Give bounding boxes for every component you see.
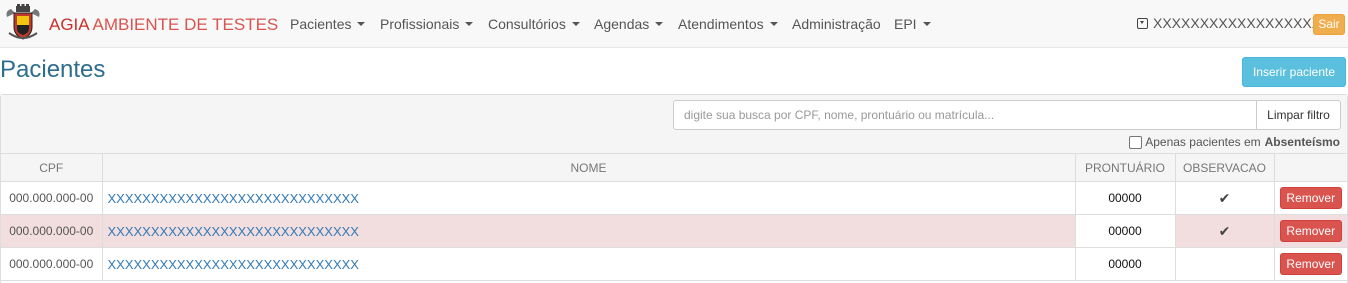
nav-label: EPI xyxy=(894,16,917,32)
cell-prontuario: 00000 xyxy=(1074,247,1176,281)
column-header-prontuario[interactable]: PRONTUÁRIO xyxy=(1074,153,1176,182)
nav-item-profissionais[interactable]: Profissionais xyxy=(380,0,474,48)
table-row: 000.000.000-00 XXXXXXXXXXXXXXXXXXXXXXXXX… xyxy=(1,181,1347,215)
brand-environment: AMBIENTE DE TESTES xyxy=(92,15,279,34)
nav-item-agendas[interactable]: Agendas xyxy=(594,0,664,48)
remove-button[interactable]: Remover xyxy=(1279,253,1342,275)
cell-prontuario: 00000 xyxy=(1074,214,1176,248)
user-menu[interactable]: XXXXXXXXXXXXXXXXXX xyxy=(1137,15,1321,31)
nav-item-atendimentos[interactable]: Atendimentos xyxy=(678,0,778,48)
absenteeism-label-bold: Absenteísmo xyxy=(1264,135,1340,149)
nav-label: Profissionais xyxy=(380,16,460,32)
caret-down-icon xyxy=(769,22,778,26)
patients-table: CPF NOME PRONTUÁRIO OBSERVACAO 000.000.0… xyxy=(1,153,1347,281)
page-title: Pacientes xyxy=(0,56,106,83)
nav-item-epi[interactable]: EPI xyxy=(894,0,931,48)
cell-prontuario: 00000 xyxy=(1074,181,1176,215)
column-header-cpf[interactable]: CPF xyxy=(1,153,103,182)
caret-down-icon xyxy=(571,22,580,26)
nav-label: Consultórios xyxy=(488,16,566,32)
column-header-observacao[interactable]: OBSERVACAO xyxy=(1174,153,1275,182)
column-header-nome[interactable]: NOME xyxy=(101,153,1076,182)
top-navbar: AGIA AMBIENTE DE TESTES Pacientes Profis… xyxy=(0,0,1348,48)
user-name: XXXXXXXXXXXXXXXXXX xyxy=(1153,15,1322,31)
patient-name-link[interactable]: XXXXXXXXXXXXXXXXXXXXXXXXXXXXX xyxy=(108,224,359,239)
search-input[interactable] xyxy=(673,100,1257,130)
table-header-row: CPF NOME PRONTUÁRIO OBSERVACAO xyxy=(1,153,1347,182)
caret-down-icon xyxy=(922,22,931,26)
nav-item-pacientes[interactable]: Pacientes xyxy=(290,0,366,48)
cell-actions: Remover xyxy=(1273,214,1347,248)
insert-patient-button[interactable]: Inserir paciente xyxy=(1242,57,1346,87)
nav-label: Atendimentos xyxy=(678,16,764,32)
cell-cpf: 000.000.000-00 xyxy=(1,214,103,248)
caret-square-down-icon xyxy=(1137,17,1148,29)
patient-name-link[interactable]: XXXXXXXXXXXXXXXXXXXXXXXXXXXXX xyxy=(108,191,359,206)
check-icon: ✔ xyxy=(1174,181,1275,215)
patients-panel: Limpar filtro Apenas pacientes em Absent… xyxy=(0,94,1348,283)
cell-actions: Remover xyxy=(1273,181,1347,215)
absenteeism-checkbox[interactable] xyxy=(1129,135,1143,149)
brand-prefix: AGIA xyxy=(49,15,93,34)
caret-down-icon xyxy=(655,22,664,26)
check-icon: ✔ xyxy=(1174,214,1275,248)
remove-button[interactable]: Remover xyxy=(1279,220,1342,242)
table-row: 000.000.000-00 XXXXXXXXXXXXXXXXXXXXXXXXX… xyxy=(1,214,1347,248)
app-brand[interactable]: AGIA AMBIENTE DE TESTES xyxy=(49,14,278,36)
absenteeism-label: Apenas pacientes em xyxy=(1145,135,1261,149)
caret-down-icon xyxy=(357,22,366,26)
nav-item-administracao[interactable]: Administração xyxy=(792,0,881,48)
nav-item-consultorios[interactable]: Consultórios xyxy=(488,0,580,48)
nav-label: Agendas xyxy=(594,16,650,32)
cell-nome: XXXXXXXXXXXXXXXXXXXXXXXXXXXXX xyxy=(101,247,1076,281)
cell-nome: XXXXXXXXXXXXXXXXXXXXXXXXXXXXX xyxy=(101,214,1076,248)
cell-nome: XXXXXXXXXXXXXXXXXXXXXXXXXXXXX xyxy=(101,181,1076,215)
nav-label: Pacientes xyxy=(290,16,352,32)
nav-label: Administração xyxy=(792,16,881,32)
patient-name-link[interactable]: XXXXXXXXXXXXXXXXXXXXXXXXXXXXX xyxy=(108,257,359,272)
cell-actions: Remover xyxy=(1273,247,1347,281)
caret-down-icon xyxy=(465,22,474,26)
column-header-actions xyxy=(1273,153,1347,182)
cell-cpf: 000.000.000-00 xyxy=(1,247,103,281)
clear-filter-button[interactable]: Limpar filtro xyxy=(1256,100,1341,130)
cell-cpf: 000.000.000-00 xyxy=(1,181,103,215)
cell-observacao xyxy=(1174,247,1275,281)
coat-of-arms-icon[interactable] xyxy=(3,3,43,43)
absenteeism-filter[interactable]: Apenas pacientes em Absenteísmo xyxy=(1129,135,1340,149)
search-panel-heading: Limpar filtro Apenas pacientes em Absent… xyxy=(1,95,1347,154)
logout-button[interactable]: Sair xyxy=(1313,14,1345,35)
remove-button[interactable]: Remover xyxy=(1279,187,1342,209)
table-row: 000.000.000-00 XXXXXXXXXXXXXXXXXXXXXXXXX… xyxy=(1,247,1347,281)
